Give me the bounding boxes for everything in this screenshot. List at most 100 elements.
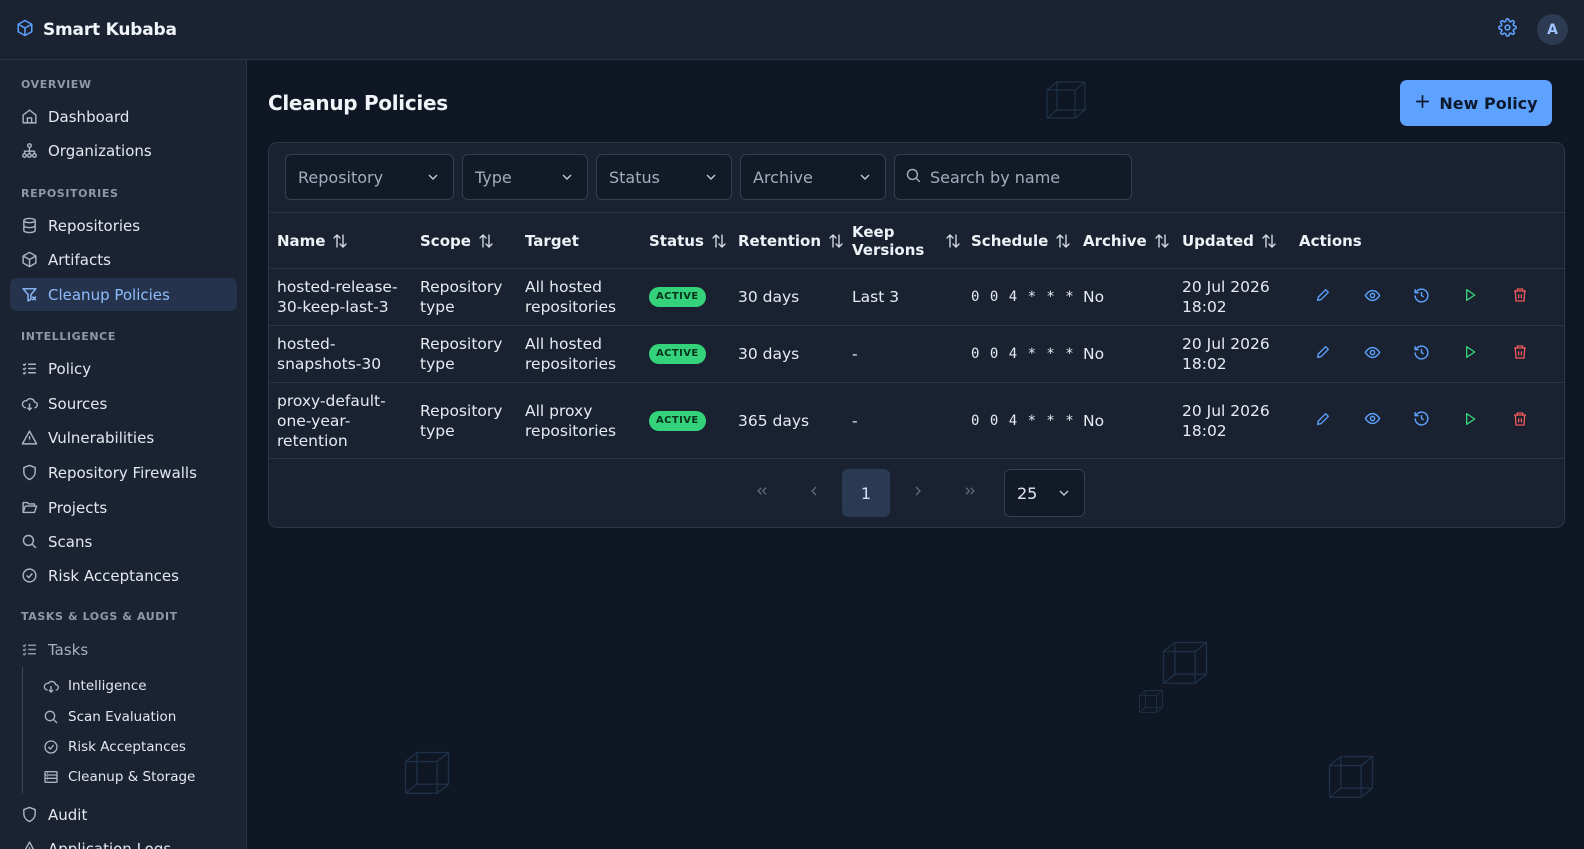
archive-filter-select[interactable]: Archive xyxy=(740,154,886,200)
settings-button[interactable] xyxy=(1495,18,1519,42)
column-header-updated: Updated xyxy=(1182,213,1278,269)
edit-button[interactable] xyxy=(1310,326,1336,382)
sidebar-item-dashboard[interactable]: Dashboard xyxy=(10,100,237,133)
sidebar-item-scans[interactable]: Scans xyxy=(10,525,237,558)
search-icon xyxy=(42,709,59,726)
sidebar-item-repositories[interactable]: Repositories xyxy=(10,209,237,242)
sidebar-item-repository-firewalls[interactable]: Repository Firewalls xyxy=(10,456,237,489)
page-size-select[interactable]: 25 xyxy=(1004,469,1085,517)
updated-cell: 20 Jul 2026 18:02 xyxy=(1182,383,1270,458)
user-avatar[interactable]: A xyxy=(1537,14,1568,45)
sidebar-item-cleanup-policies[interactable]: Cleanup Policies xyxy=(10,278,237,311)
sidebar-item-label: Vulnerabilities xyxy=(48,428,155,447)
brand[interactable]: Smart Kubaba xyxy=(16,18,177,42)
sidebar-item-tasks[interactable]: Tasks xyxy=(10,633,237,666)
sidebar: OVERVIEW Dashboard Organizations REPOSIT… xyxy=(0,60,247,849)
cell-text-line: repositories xyxy=(525,421,617,440)
edit-button[interactable] xyxy=(1310,383,1336,458)
select-label: Status xyxy=(609,167,660,187)
retention-cell: 30 days xyxy=(738,288,800,306)
run-button[interactable] xyxy=(1457,269,1483,325)
sort-arrows-icon[interactable] xyxy=(1054,232,1072,250)
keep-versions-cell: - xyxy=(852,345,858,363)
archive-cell: No xyxy=(1083,288,1105,306)
sort-arrows-icon[interactable] xyxy=(1260,232,1278,250)
warning-triangle-icon xyxy=(21,840,38,849)
sidebar-item-risk-acceptances[interactable]: Risk Acceptances xyxy=(10,559,237,592)
edit-button[interactable] xyxy=(1310,269,1336,325)
sort-arrows-icon[interactable] xyxy=(710,232,728,250)
history-icon xyxy=(1413,344,1430,365)
sidebar-item-label: Repository Firewalls xyxy=(48,463,197,482)
sort-arrows-icon[interactable] xyxy=(944,232,962,250)
sort-arrows-icon[interactable] xyxy=(1153,232,1171,250)
new-policy-button[interactable]: New Policy xyxy=(1400,80,1552,126)
header-label-line: Keep xyxy=(852,223,895,241)
sidebar-subitem-risk-acceptances[interactable]: Risk Acceptances xyxy=(31,733,237,761)
column-header-target: Target xyxy=(525,213,579,269)
folder-open-icon xyxy=(21,499,38,516)
sidebar-item-sources[interactable]: Sources xyxy=(10,387,237,420)
select-label: Type xyxy=(475,167,512,187)
cell-text-line: Repository xyxy=(420,401,503,420)
chevron-down-icon xyxy=(559,169,575,185)
sidebar-subitem-scan-evaluation[interactable]: Scan Evaluation xyxy=(31,703,237,731)
sidebar-item-policy[interactable]: Policy xyxy=(10,352,237,385)
header-label: Scope xyxy=(420,232,471,250)
keep-versions-cell: - xyxy=(852,411,858,430)
history-button[interactable] xyxy=(1408,383,1434,458)
last-page-button[interactable] xyxy=(946,469,994,517)
status-cell: ACTIVE xyxy=(649,269,706,325)
sort-arrows-icon[interactable] xyxy=(477,232,495,250)
sidebar-subitem-label: Scan Evaluation xyxy=(68,709,177,725)
sidebar-subitem-intelligence[interactable]: Intelligence xyxy=(31,672,237,700)
status-cell: ACTIVE xyxy=(649,383,706,458)
sidebar-item-projects[interactable]: Projects xyxy=(10,491,237,524)
eye-icon xyxy=(1364,344,1381,365)
sidebar-subitem-label: Cleanup & Storage xyxy=(68,769,196,785)
view-button[interactable] xyxy=(1359,383,1385,458)
delete-button[interactable] xyxy=(1507,269,1533,325)
app-title: Smart Kubaba xyxy=(43,19,177,40)
play-icon xyxy=(1462,344,1478,364)
scope-cell: Repository type xyxy=(420,383,502,458)
cell-text-line: All proxy xyxy=(525,401,593,420)
section-title-repositories: REPOSITORIES xyxy=(21,187,119,200)
policy-name-cell: proxy-default-one-year-retention xyxy=(277,383,386,458)
badge-check-icon xyxy=(21,567,38,584)
type-filter-select[interactable]: Type xyxy=(462,154,588,200)
sort-arrows-icon[interactable] xyxy=(331,232,349,250)
delete-button[interactable] xyxy=(1507,383,1533,458)
sidebar-item-label: Risk Acceptances xyxy=(48,566,179,585)
first-page-button[interactable] xyxy=(738,469,786,517)
status-filter-select[interactable]: Status xyxy=(596,154,732,200)
repository-filter-select[interactable]: Repository xyxy=(285,154,454,200)
sidebar-item-vulnerabilities[interactable]: Vulnerabilities xyxy=(10,421,237,454)
trash-icon xyxy=(1512,411,1528,431)
sidebar-item-artifacts[interactable]: Artifacts xyxy=(10,243,237,276)
run-button[interactable] xyxy=(1457,383,1483,458)
sidebar-item-audit[interactable]: Audit xyxy=(10,798,237,831)
sidebar-item-application-logs[interactable]: Application Logs xyxy=(10,832,237,849)
run-button[interactable] xyxy=(1457,326,1483,382)
view-button[interactable] xyxy=(1359,269,1385,325)
prev-page-button[interactable] xyxy=(790,469,838,517)
next-page-button[interactable] xyxy=(894,469,942,517)
select-label: Archive xyxy=(753,167,813,187)
sidebar-subitem-cleanup-storage[interactable]: Cleanup & Storage xyxy=(31,763,237,791)
cell-text-line: proxy-default- xyxy=(277,391,386,410)
history-button[interactable] xyxy=(1408,326,1434,382)
page-number-button[interactable]: 1 xyxy=(842,469,890,517)
history-button[interactable] xyxy=(1408,269,1434,325)
cell-text-line: Repository xyxy=(420,278,503,296)
sidebar-item-label: Tasks xyxy=(48,640,89,659)
sort-arrows-icon[interactable] xyxy=(827,232,845,250)
cell-text-line: one-year- xyxy=(277,411,351,430)
sidebar-item-organizations[interactable]: Organizations xyxy=(10,134,237,167)
cell-text-line: All hosted xyxy=(525,335,602,353)
search-input[interactable] xyxy=(930,167,1120,187)
column-header-retention: Retention xyxy=(738,213,845,269)
filter-x-icon xyxy=(21,286,38,303)
view-button[interactable] xyxy=(1359,326,1385,382)
delete-button[interactable] xyxy=(1507,326,1533,382)
